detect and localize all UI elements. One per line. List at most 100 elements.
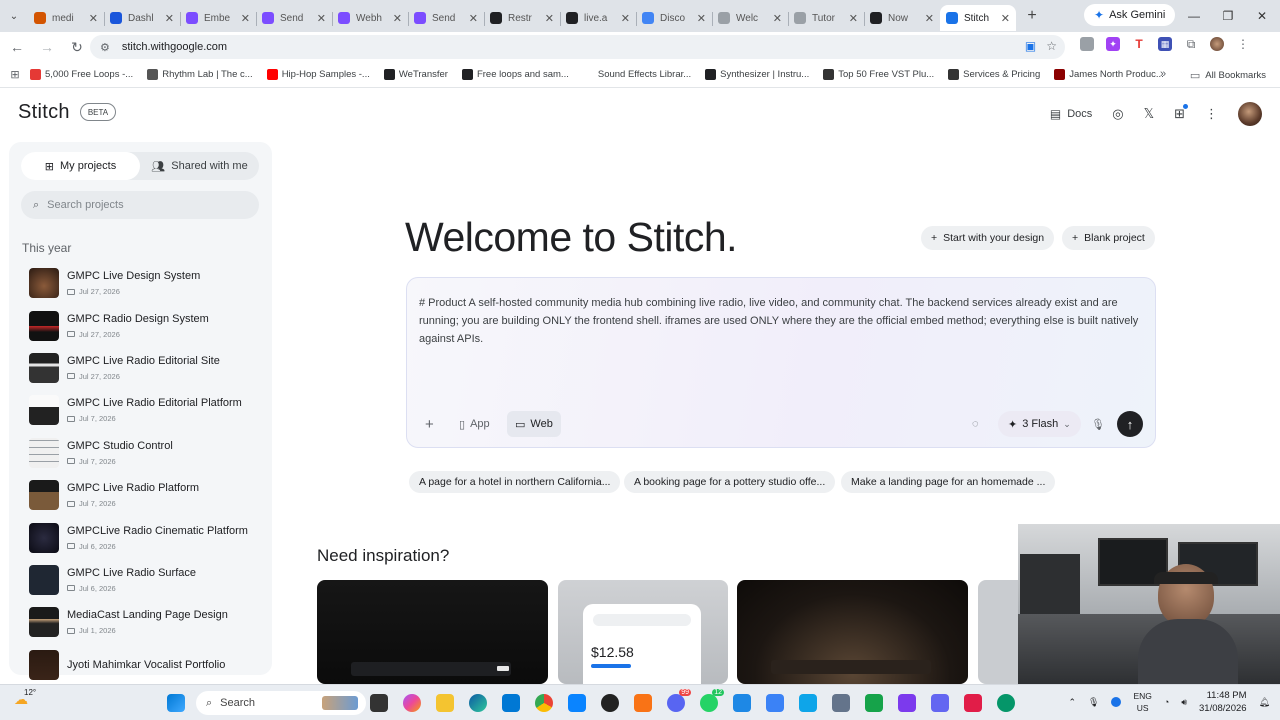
search-projects-input[interactable]: ⌕ Search projects	[21, 191, 259, 219]
volume-icon[interactable]: 🔊︎	[1181, 697, 1187, 708]
web-mode-button[interactable]: ▭ Web	[507, 411, 561, 437]
close-tab-icon[interactable]: ✕	[241, 12, 250, 25]
more-options-icon[interactable]: ⋮	[1205, 106, 1218, 122]
close-tab-icon[interactable]: ✕	[89, 12, 98, 25]
bookmark-item[interactable]: WeTransfer	[383, 69, 448, 80]
browser-tab[interactable]: Tutor ✕	[788, 5, 864, 31]
project-item[interactable]: GMPC Live Radio Surface Jul 6, 2026	[29, 559, 269, 601]
bookmark-item[interactable]: 5,000 Free Loops -...	[30, 69, 133, 80]
chevron-up-icon[interactable]: ⌃	[1069, 697, 1077, 708]
close-tab-icon[interactable]: ✕	[773, 12, 782, 25]
bookmark-item[interactable]: Services & Pricing	[948, 69, 1040, 80]
file-explorer-icon[interactable]	[436, 694, 454, 712]
suggestion-chip[interactable]: A booking page for a pottery studio offe…	[624, 471, 836, 493]
browser-tab[interactable]: Webh ✕	[332, 5, 408, 31]
project-item[interactable]: GMPC Live Design System Jul 27, 2026	[29, 262, 269, 304]
copilot-icon[interactable]	[403, 694, 421, 712]
bookmark-item[interactable]: Synthesizer | Instru...	[705, 69, 809, 80]
taskbar-search[interactable]: ⌕ Search	[196, 691, 366, 715]
obs-icon[interactable]	[601, 694, 619, 712]
project-item[interactable]: MediaCast Landing Page Design Jul 1, 2026	[29, 601, 269, 643]
bookmark-item[interactable]: Free loops and sam...	[461, 69, 569, 80]
inspiration-card[interactable]: $12.58	[558, 580, 728, 684]
bookmark-item[interactable]: Rhythm Lab | The c...	[147, 69, 253, 80]
all-bookmarks-button[interactable]: ▭ All Bookmarks	[1190, 69, 1266, 82]
tab-shared-with-me[interactable]: 👥︎ Shared with me	[140, 152, 259, 180]
x-twitter-icon[interactable]: 𝕏	[1144, 106, 1154, 122]
blank-project-button[interactable]: + Blank project	[1062, 226, 1155, 250]
app-icon[interactable]	[733, 694, 751, 712]
user-avatar[interactable]	[1238, 102, 1262, 126]
project-item[interactable]: Jyoti Mahimkar Vocalist Portfolio	[29, 644, 269, 686]
notification-bell-icon[interactable]: 🔔︎	[1259, 697, 1270, 708]
close-tab-icon[interactable]: ✕	[925, 12, 934, 25]
browser-tab[interactable]: Restr ✕	[484, 5, 560, 31]
bookmark-item[interactable]: Top 50 Free VST Plu...	[823, 69, 934, 80]
bookmark-item[interactable]: Sound Effects Librar...	[582, 69, 691, 80]
project-item[interactable]: GMPC Live Radio Platform Jul 7, 2026	[29, 474, 269, 516]
app-icon[interactable]	[997, 694, 1015, 712]
app-icon[interactable]	[832, 694, 850, 712]
project-item[interactable]: GMPC Radio Design System Jul 27, 2026	[29, 304, 269, 346]
model-selector[interactable]: ✦ 3 Flash ⌄	[998, 411, 1081, 437]
tab-my-projects[interactable]: ⊞ My projects	[21, 152, 140, 180]
gift-icon[interactable]: ⊞	[1174, 104, 1188, 122]
browser-tab[interactable]: Disco ✕	[636, 5, 712, 31]
suggestion-chip[interactable]: A page for a hotel in northern Californi…	[409, 471, 621, 493]
puzzle-icon[interactable]: ⧉	[1184, 37, 1198, 51]
app-icon[interactable]	[799, 694, 817, 712]
close-tab-icon[interactable]: ✕	[697, 12, 706, 25]
tab-search-chevron-icon[interactable]: ⌄	[0, 0, 28, 32]
extension-icon[interactable]	[1080, 37, 1094, 51]
close-tab-icon[interactable]: ✕	[545, 12, 554, 25]
edge-icon[interactable]	[469, 694, 487, 712]
bookmark-item[interactable]: Hip-Hop Samples -...	[266, 69, 370, 80]
site-info-icon[interactable]: ⚙	[100, 41, 110, 54]
profile-avatar[interactable]	[1210, 37, 1224, 51]
close-tab-icon[interactable]: ✕	[1001, 12, 1010, 25]
app-icon[interactable]	[766, 694, 784, 712]
back-arrow-icon[interactable]: ←	[4, 34, 30, 60]
restore-icon[interactable]: ❐	[1211, 0, 1245, 32]
browser-tab[interactable]: Dashl ✕	[104, 5, 180, 31]
language-indicator[interactable]: ENG US	[1133, 690, 1151, 714]
close-tab-icon[interactable]: ✕	[165, 12, 174, 25]
voice-input-icon[interactable]: 🎙︎	[1091, 411, 1105, 437]
extension-icon[interactable]: ✦	[1106, 37, 1120, 51]
docs-link[interactable]: ▤ Docs	[1050, 107, 1092, 121]
discord-taskbar-icon[interactable]: 99	[667, 689, 691, 712]
close-tab-icon[interactable]: ✕	[849, 12, 858, 25]
inspiration-card[interactable]	[317, 580, 548, 684]
send-button[interactable]: ↑	[1117, 411, 1143, 437]
address-bar[interactable]: ⚙ stitch.withgoogle.com ▣ ☆	[90, 35, 1065, 59]
more-bookmarks-icon[interactable]: »	[1160, 68, 1166, 80]
new-tab-button[interactable]: +	[1020, 4, 1044, 28]
minimize-icon[interactable]: —	[1177, 0, 1211, 32]
browser-tab[interactable]: Embe ✕	[180, 5, 256, 31]
forward-arrow-icon[interactable]: →	[34, 34, 60, 60]
network-icon[interactable]	[1111, 697, 1122, 707]
palette-icon[interactable]: ◌	[972, 411, 979, 437]
stitch-logo[interactable]: Stitch	[18, 101, 70, 124]
ask-gemini-button[interactable]: ✦ Ask Gemini	[1084, 4, 1176, 26]
wifi-icon[interactable]: ◔	[1164, 697, 1169, 707]
bookmark-item[interactable]: James North Produc...	[1054, 69, 1164, 80]
weather-widget[interactable]: ☁ 12°	[14, 688, 36, 708]
windows-start-icon[interactable]	[167, 694, 185, 712]
app-icon[interactable]	[931, 694, 949, 712]
close-tab-icon[interactable]: ✕	[621, 12, 630, 25]
add-attachment-icon[interactable]: +	[425, 411, 434, 437]
kebab-menu-icon[interactable]: ⋮	[1236, 37, 1250, 51]
browser-tab[interactable]: Welc ✕	[712, 5, 788, 31]
close-tab-icon[interactable]: ✕	[393, 12, 402, 25]
microphone-icon[interactable]: 🎙︎	[1088, 697, 1099, 708]
cast-icon[interactable]: ▣	[1025, 39, 1036, 53]
browser-tab[interactable]: live.a ✕	[560, 5, 636, 31]
extension-icon[interactable]: ▦	[1158, 37, 1172, 51]
app-icon[interactable]	[865, 694, 883, 712]
extension-icon[interactable]: T	[1132, 37, 1146, 51]
start-with-design-button[interactable]: + Start with your design	[921, 226, 1055, 250]
discord-icon[interactable]: ◎	[1112, 106, 1123, 122]
project-item[interactable]: GMPC Live Radio Editorial Platform Jul 7,…	[29, 389, 269, 431]
browser-tab[interactable]: medi ✕	[28, 5, 104, 31]
